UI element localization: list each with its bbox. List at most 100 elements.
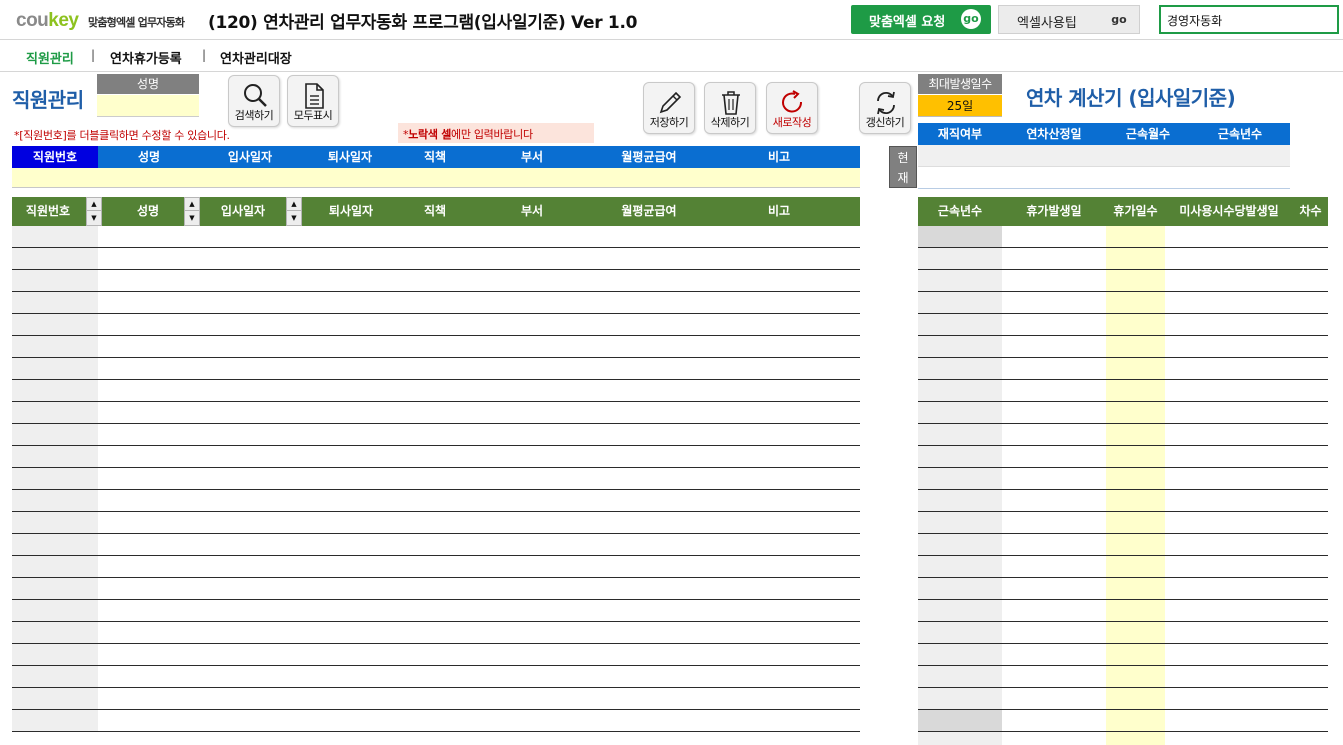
table-row[interactable]: [12, 644, 860, 666]
sort-down-icon[interactable]: ▼: [185, 212, 199, 225]
employee-id-cell[interactable]: [12, 270, 98, 291]
table-row[interactable]: [12, 688, 860, 710]
employee-id-cell[interactable]: [12, 248, 98, 269]
table-row[interactable]: [918, 666, 1328, 688]
table-row[interactable]: [12, 556, 860, 578]
table-row[interactable]: [918, 688, 1328, 710]
leave-table-body: [918, 226, 1328, 745]
table-row[interactable]: [12, 402, 860, 424]
employee-id-cell[interactable]: [12, 578, 98, 599]
table-row[interactable]: [918, 248, 1328, 270]
table-row[interactable]: [12, 578, 860, 600]
table-row[interactable]: [918, 292, 1328, 314]
table-row[interactable]: [12, 380, 860, 402]
keyword-search-input[interactable]: 경영자동화: [1159, 5, 1339, 34]
employee-id-cell[interactable]: [12, 622, 98, 643]
table-row[interactable]: [918, 446, 1328, 468]
table-row[interactable]: [918, 534, 1328, 556]
show-all-button[interactable]: 모두표시: [287, 75, 339, 127]
sort-up-icon[interactable]: ▲: [185, 198, 199, 211]
table-row[interactable]: [12, 468, 860, 490]
employee-id-cell[interactable]: [12, 226, 98, 247]
employee-id-cell[interactable]: [12, 292, 98, 313]
table-row[interactable]: [12, 710, 860, 732]
table-row[interactable]: [918, 556, 1328, 578]
leave-col-days: 휴가일수: [1113, 204, 1158, 218]
search-button[interactable]: 검색하기: [228, 75, 280, 127]
refresh-button-label: 갱신하기: [865, 116, 905, 129]
search-name-input[interactable]: [97, 95, 199, 117]
table-row[interactable]: [918, 578, 1328, 600]
table-row[interactable]: [918, 336, 1328, 358]
table-row[interactable]: [12, 424, 860, 446]
table-row[interactable]: [918, 424, 1328, 446]
employee-form-input-row[interactable]: [12, 168, 860, 188]
employee-id-cell[interactable]: [12, 556, 98, 577]
employee-id-cell[interactable]: [12, 600, 98, 621]
employee-id-cell[interactable]: [12, 424, 98, 445]
table-row[interactable]: [12, 446, 860, 468]
tab-annual-leave-register[interactable]: 연차휴가등록: [110, 48, 182, 67]
table-row[interactable]: [918, 314, 1328, 336]
table-row[interactable]: [918, 710, 1328, 732]
sort-employee-id-control[interactable]: ▲ ▼: [86, 197, 102, 226]
save-button[interactable]: 저장하기: [643, 82, 695, 134]
table-row[interactable]: [918, 644, 1328, 666]
table-row[interactable]: [918, 270, 1328, 292]
table-row[interactable]: [12, 226, 860, 248]
employee-id-cell[interactable]: [12, 358, 98, 379]
table-row[interactable]: [12, 314, 860, 336]
status-col-employment: 재직여부: [937, 127, 983, 141]
table-row[interactable]: [918, 402, 1328, 424]
table-row[interactable]: [918, 226, 1328, 248]
table-row[interactable]: [12, 600, 860, 622]
employee-id-cell[interactable]: [12, 710, 98, 731]
sort-name-control[interactable]: ▲ ▼: [184, 197, 200, 226]
table-row[interactable]: [12, 292, 860, 314]
table-row[interactable]: [918, 600, 1328, 622]
table-row[interactable]: [918, 468, 1328, 490]
refresh-button[interactable]: 갱신하기: [859, 82, 911, 134]
table-row[interactable]: [12, 336, 860, 358]
table-row[interactable]: [12, 490, 860, 512]
employee-id-cell[interactable]: [12, 534, 98, 555]
employee-id-cell[interactable]: [12, 644, 98, 665]
table-row[interactable]: [918, 358, 1328, 380]
table-row[interactable]: [12, 534, 860, 556]
employee-id-cell[interactable]: [12, 446, 98, 467]
employee-id-cell[interactable]: [12, 380, 98, 401]
table-row[interactable]: [12, 622, 860, 644]
table-row[interactable]: [12, 358, 860, 380]
excel-tip-button[interactable]: 엑셀사용팁 go: [998, 5, 1140, 34]
table-row[interactable]: [918, 380, 1328, 402]
tab-annual-leave-ledger[interactable]: 연차관리대장: [220, 48, 292, 67]
table-row[interactable]: [12, 248, 860, 270]
employee-id-cell[interactable]: [12, 490, 98, 511]
employee-list-body: [12, 226, 860, 745]
delete-button[interactable]: 삭제하기: [704, 82, 756, 134]
employee-id-cell[interactable]: [12, 468, 98, 489]
status-col-years: 근속년수: [1217, 127, 1263, 141]
new-entry-button[interactable]: 새로작성: [766, 82, 818, 134]
sort-up-icon[interactable]: ▲: [287, 198, 301, 211]
sort-down-icon[interactable]: ▼: [287, 212, 301, 225]
employee-id-cell[interactable]: [12, 314, 98, 335]
custom-excel-request-button[interactable]: 맞춤엑셀 요청 go: [851, 5, 991, 34]
employee-id-cell[interactable]: [12, 688, 98, 709]
table-row[interactable]: [12, 666, 860, 688]
coukey-logo: coukey: [16, 10, 79, 32]
table-row[interactable]: [918, 490, 1328, 512]
employee-id-cell[interactable]: [12, 512, 98, 533]
sort-hire-date-control[interactable]: ▲ ▼: [286, 197, 302, 226]
table-row[interactable]: [918, 622, 1328, 644]
sort-down-icon[interactable]: ▼: [87, 212, 101, 225]
table-row[interactable]: [918, 512, 1328, 534]
table-row[interactable]: [12, 270, 860, 292]
table-row[interactable]: [12, 512, 860, 534]
employee-id-cell[interactable]: [12, 336, 98, 357]
max-days-value[interactable]: 25일: [918, 95, 1002, 117]
sort-up-icon[interactable]: ▲: [87, 198, 101, 211]
employee-id-cell[interactable]: [12, 666, 98, 687]
tab-employee-management[interactable]: 직원관리: [26, 48, 74, 67]
employee-id-cell[interactable]: [12, 402, 98, 423]
